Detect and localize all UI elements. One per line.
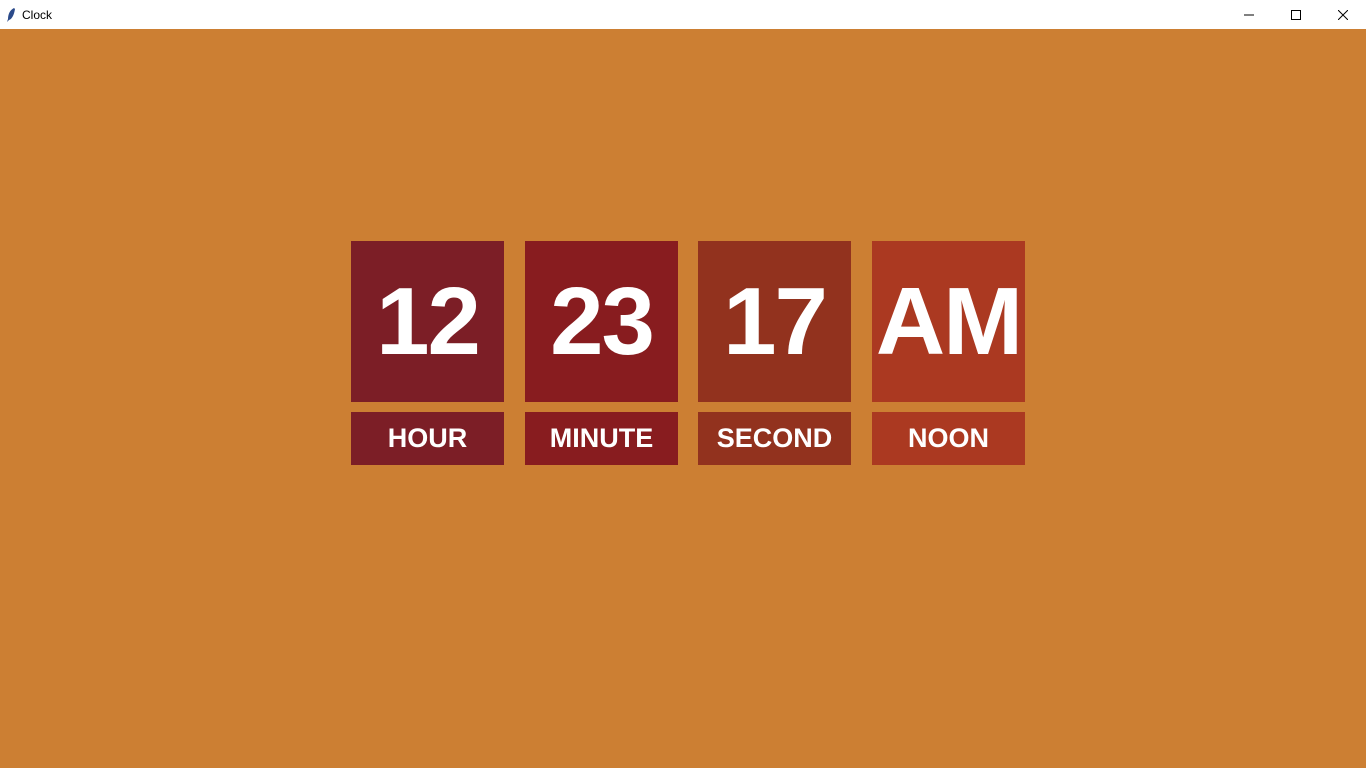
close-button[interactable] bbox=[1319, 0, 1366, 29]
window-title: Clock bbox=[22, 7, 53, 22]
minute-value: 23 bbox=[525, 241, 678, 402]
minute-label: MINUTE bbox=[525, 412, 678, 465]
minimize-button[interactable] bbox=[1225, 0, 1272, 29]
clock-display: 12 23 17 AM HOUR MINUTE SECOND NOON bbox=[351, 241, 1026, 466]
second-value: 17 bbox=[698, 241, 851, 402]
title-bar[interactable]: Clock bbox=[0, 0, 1366, 29]
minimize-icon bbox=[1243, 14, 1254, 15]
hour-label: HOUR bbox=[351, 412, 504, 465]
maximize-icon bbox=[1290, 9, 1301, 20]
hour-value: 12 bbox=[351, 241, 504, 402]
window-controls bbox=[1225, 0, 1366, 29]
second-label: SECOND bbox=[698, 412, 851, 465]
clock-window: Clock 12 23 17 AM HOUR MINUTE SECOND NOO… bbox=[0, 0, 1366, 768]
close-icon bbox=[1337, 9, 1348, 20]
maximize-button[interactable] bbox=[1272, 0, 1319, 29]
noon-label: NOON bbox=[872, 412, 1025, 465]
feather-icon bbox=[6, 7, 16, 23]
noon-value: AM bbox=[872, 241, 1025, 402]
